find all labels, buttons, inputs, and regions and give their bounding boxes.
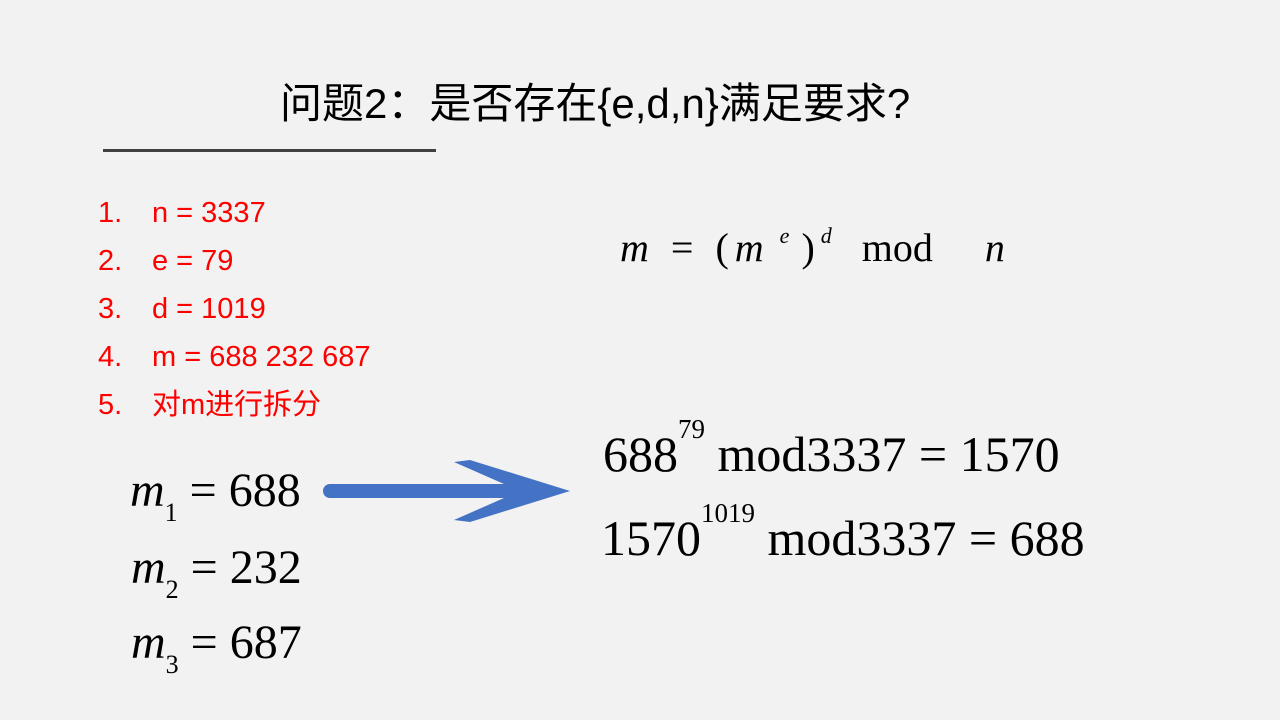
block-subscript: 1 <box>164 497 178 527</box>
encryption-equation: 68879 mod3337 = 1570 <box>603 416 1060 484</box>
list-item: 2. e = 79 <box>98 241 370 289</box>
equation-base: 1570 <box>601 510 701 566</box>
block-subscript: 2 <box>165 574 179 604</box>
list-item-number: 2. <box>98 245 123 277</box>
decryption-equation: 15701019 mod3337 = 688 <box>601 500 1085 568</box>
equation-base: 688 <box>603 426 678 482</box>
list-item-number: 4. <box>98 341 123 373</box>
block-value: = 687 <box>190 616 302 669</box>
formula-exponent-d: d <box>820 223 832 248</box>
block-variable: m <box>131 541 166 594</box>
equation-rest: mod3337 = 688 <box>767 510 1085 566</box>
list-item-text: n = 3337 <box>152 197 266 229</box>
title-underline <box>103 149 436 152</box>
formula-equals: = <box>670 225 694 270</box>
formula-open-paren: ( <box>715 225 729 270</box>
list-item: 1. n = 3337 <box>98 193 370 241</box>
block-subscript: 3 <box>165 649 179 679</box>
steps-list: 1. n = 3337 2. e = 79 3. d = 1019 4. m = 688… <box>98 193 370 433</box>
list-item: 5. 对m进行拆分 <box>98 385 370 433</box>
block-variable: m <box>130 464 165 517</box>
list-item-number: 5. <box>98 389 123 421</box>
list-item: 3. d = 1019 <box>98 289 370 337</box>
rsa-decryption-formula: m =(m e) d mod n <box>620 222 1005 280</box>
list-item-text: d = 1019 <box>152 293 266 325</box>
formula-modulus: n <box>984 225 1005 270</box>
list-item-text: m = 688 232 687 <box>152 341 371 373</box>
equation-exponent: 79 <box>678 414 705 444</box>
block-value: = 232 <box>190 541 302 594</box>
slide-title: 问题2：是否存在{e,d,n}满足要求? <box>280 80 911 127</box>
message-block-1: m1 = 688 <box>130 462 301 538</box>
formula-mod: mod <box>861 225 933 270</box>
formula-close-paren: ) <box>801 225 815 270</box>
list-item-number: 1. <box>98 197 123 229</box>
formula-exponent-e: e <box>779 223 790 248</box>
message-block-3: m3 = 687 <box>131 614 302 690</box>
list-item-text: 对m进行拆分 <box>152 389 322 421</box>
equation-rest: mod3337 = 1570 <box>717 426 1060 482</box>
right-arrow-icon <box>323 460 570 522</box>
message-block-2: m2 = 232 <box>131 539 302 615</box>
formula-lhs: m <box>620 225 649 270</box>
block-variable: m <box>131 616 166 669</box>
list-item-text: e = 79 <box>152 245 234 277</box>
list-item: 4. m = 688 232 687 <box>98 337 370 385</box>
equation-exponent: 1019 <box>701 498 755 528</box>
block-value: = 688 <box>189 464 301 517</box>
list-item-number: 3. <box>98 293 123 325</box>
formula-base: m <box>734 225 764 270</box>
